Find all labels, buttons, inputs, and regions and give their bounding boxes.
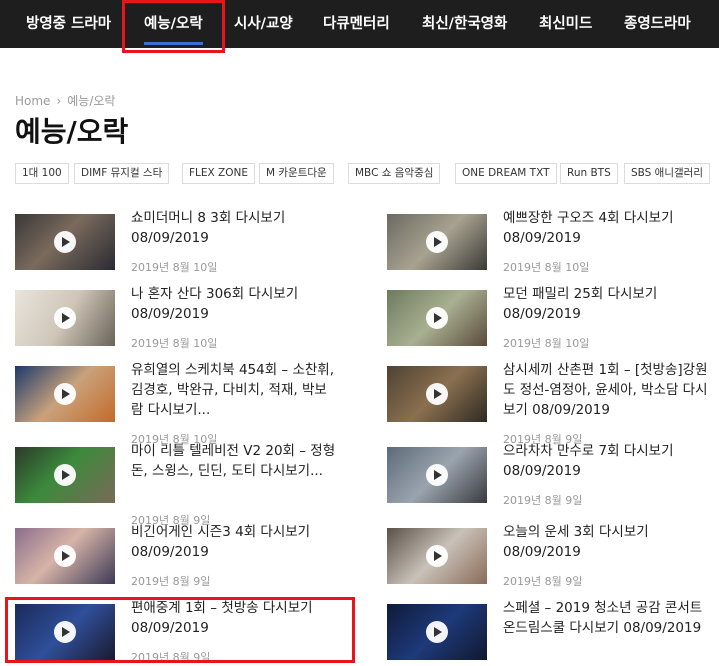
tag-chip[interactable]: FLEX ZONE: [182, 163, 256, 184]
nav-item-movies[interactable]: 최신/한국영화: [422, 0, 507, 48]
post-title[interactable]: 모던 패밀리 25회 다시보기 08/09/2019: [503, 284, 708, 324]
post-item: 오늘의 운세 3회 다시보기 08/09/2019 2019년 8월 9일: [387, 524, 719, 608]
post-thumbnail[interactable]: [387, 447, 487, 503]
tag-chip[interactable]: M 카운트다운: [259, 163, 334, 184]
post-thumbnail[interactable]: [387, 366, 487, 422]
chevron-right-icon: ›: [56, 94, 62, 108]
page-title: 예능/오락: [15, 115, 129, 148]
post-thumbnail[interactable]: [15, 290, 115, 346]
post-date: 2019년 8월 10일: [131, 337, 218, 350]
tag-chip[interactable]: MBC 쇼 음악중심: [348, 163, 441, 184]
post-item: 비긴어게인 시즌3 4회 다시보기 08/09/2019 2019년 8월 9일: [15, 524, 355, 608]
post-date: 2019년 8월 9일: [503, 575, 583, 588]
post-date: 2019년 8월 10일: [503, 337, 590, 350]
post-thumbnail[interactable]: [15, 366, 115, 422]
tag-chip[interactable]: ONE DREAM TXT: [455, 163, 557, 184]
tag-chip[interactable]: DIMF 뮤지컬 스타: [74, 163, 170, 184]
post-item: 삼시세끼 산촌편 1회 – [첫방송]강원도 정선-염정아, 윤세아, 박소담 …: [387, 362, 719, 446]
post-item: 마이 리틀 텔레비전 V2 20회 – 정형돈, 스윙스, 딘딘, 도티 다시보…: [15, 443, 355, 527]
tag-chip[interactable]: 1대 100: [15, 163, 69, 184]
post-title[interactable]: 오늘의 운세 3회 다시보기 08/09/2019: [503, 522, 708, 562]
post-thumbnail[interactable]: [387, 214, 487, 270]
play-icon: [426, 383, 448, 405]
post-thumbnail[interactable]: [387, 604, 487, 660]
highlight-box-nav: [122, 0, 225, 53]
post-thumbnail[interactable]: [15, 447, 115, 503]
tag-chip[interactable]: SBS 애니갤러리: [624, 163, 710, 184]
breadcrumb-current: 예능/오락: [67, 94, 116, 108]
post-thumbnail[interactable]: [387, 290, 487, 346]
nav-item-drama[interactable]: 방영중 드라마: [26, 0, 111, 48]
post-title[interactable]: 예쁘장한 구오즈 4회 다시보기 08/09/2019: [503, 208, 708, 248]
breadcrumb-home[interactable]: Home: [15, 94, 50, 108]
play-icon: [54, 464, 76, 486]
nav-item-documentary[interactable]: 다큐멘터리: [323, 0, 390, 48]
post-item: 예쁘장한 구오즈 4회 다시보기 08/09/2019 2019년 8월 10일: [387, 210, 719, 294]
post-date: 2019년 8월 10일: [131, 261, 218, 274]
play-icon: [426, 464, 448, 486]
play-icon: [426, 621, 448, 643]
play-icon: [426, 307, 448, 329]
post-title[interactable]: 유희열의 스케치북 454회 – 소찬휘, 김경호, 박완규, 다비치, 적재,…: [131, 360, 336, 420]
play-icon: [426, 545, 448, 567]
post-title[interactable]: 스페셜 – 2019 청소년 공감 콘서트 온드림스쿨 다시보기 08/09/2…: [503, 598, 708, 638]
tag-chip[interactable]: Run BTS: [560, 163, 618, 184]
post-item: 나 혼자 산다 306회 다시보기 08/09/2019 2019년 8월 10…: [15, 286, 355, 370]
breadcrumb: Home › 예능/오락: [15, 92, 115, 109]
post-title[interactable]: 비긴어게인 시즌3 4회 다시보기 08/09/2019: [131, 522, 336, 562]
post-thumbnail[interactable]: [15, 214, 115, 270]
post-item: 스페셜 – 2019 청소년 공감 콘서트 온드림스쿨 다시보기 08/09/2…: [387, 600, 719, 666]
nav-item-ended-drama[interactable]: 종영드라마: [624, 0, 691, 48]
post-title[interactable]: 으라차차 만수로 7회 다시보기 08/09/2019: [503, 441, 708, 481]
play-icon: [54, 307, 76, 329]
post-title[interactable]: 삼시세끼 산촌편 1회 – [첫방송]강원도 정선-염정아, 윤세아, 박소담 …: [503, 360, 708, 420]
post-item: 유희열의 스케치북 454회 – 소찬휘, 김경호, 박완규, 다비치, 적재,…: [15, 362, 355, 446]
post-thumbnail[interactable]: [15, 528, 115, 584]
post-thumbnail[interactable]: [387, 528, 487, 584]
post-item: 모던 패밀리 25회 다시보기 08/09/2019 2019년 8월 10일: [387, 286, 719, 370]
post-title[interactable]: 마이 리틀 텔레비전 V2 20회 – 정형돈, 스윙스, 딘딘, 도티 다시보…: [131, 441, 336, 481]
play-icon: [54, 545, 76, 567]
highlight-box-post: [5, 597, 355, 663]
post-date: 2019년 8월 9일: [131, 575, 211, 588]
nav-item-current-affairs[interactable]: 시사/교양: [234, 0, 293, 48]
nav-item-us-drama[interactable]: 최신미드: [539, 0, 592, 48]
top-nav: 방영중 드라마 예능/오락 시사/교양 다큐멘터리 최신/한국영화 최신미드 종…: [0, 0, 719, 48]
post-title[interactable]: 쇼미더머니 8 3회 다시보기 08/09/2019: [131, 208, 336, 248]
play-icon: [54, 383, 76, 405]
play-icon: [426, 231, 448, 253]
play-icon: [54, 231, 76, 253]
post-item: 쇼미더머니 8 3회 다시보기 08/09/2019 2019년 8월 10일: [15, 210, 355, 294]
post-date: 2019년 8월 9일: [503, 494, 583, 507]
post-date: 2019년 8월 10일: [503, 261, 590, 274]
post-title[interactable]: 나 혼자 산다 306회 다시보기 08/09/2019: [131, 284, 336, 324]
post-item: 으라차차 만수로 7회 다시보기 08/09/2019 2019년 8월 9일: [387, 443, 719, 527]
